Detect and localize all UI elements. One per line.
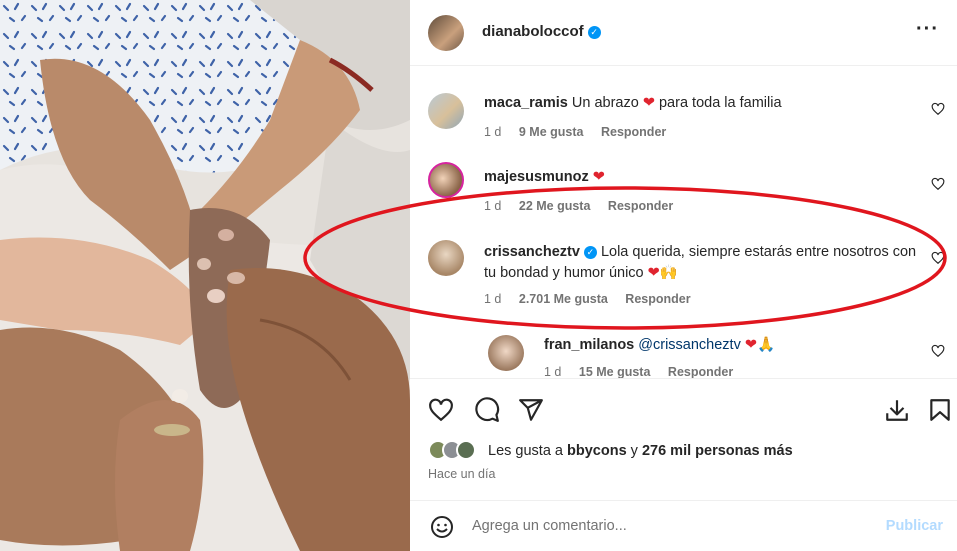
heart-emoji: ❤ [744,337,758,353]
add-comment-bar: Agrega un comentario... Publicar [410,500,957,551]
save-icon[interactable] [927,397,953,423]
comment-likes[interactable]: 2.701 Me gusta [519,292,608,306]
commenter-avatar[interactable] [428,162,464,198]
like-icon[interactable] [428,397,454,423]
reply-button[interactable]: Responder [668,365,733,379]
commenter-avatar[interactable] [488,335,524,371]
heart-emoji: ❤ [647,265,660,281]
comment-meta: 1 d 9 Me gusta Responder [484,125,667,139]
commenter-avatar[interactable] [428,93,464,129]
post-image [0,0,410,551]
heart-emoji: ❤ [642,95,655,111]
post-header: dianaboloccof ✓ ··· [410,0,957,66]
post-time: Hace un día [428,467,496,481]
comment-likes[interactable]: 22 Me gusta [519,199,591,213]
heart-outline-icon[interactable] [931,177,945,191]
heart-outline-icon[interactable] [931,344,945,358]
commenter-username[interactable]: majesusmunoz [484,169,589,185]
reply-button[interactable]: Responder [625,292,690,306]
publish-button[interactable]: Publicar [886,518,943,534]
verified-badge-icon: ✓ [583,246,597,259]
comment-meta: 1 d 22 Me gusta Responder [484,199,674,213]
mention-link[interactable]: @crissanchez​tv [638,337,741,353]
reply-button[interactable]: Responder [608,199,673,213]
liker-avatar [456,440,476,460]
share-icon[interactable] [518,397,544,423]
commenter-username[interactable]: fran_milanos [544,337,634,353]
more-icon[interactable]: ··· [916,18,939,41]
comment-text: maca_ramis Un abrazo ❤ para toda la fami… [484,95,782,111]
heart-outline-icon[interactable] [931,251,945,265]
verified-badge-icon: ✓ [587,26,601,39]
comment-likes[interactable]: 15 Me gusta [579,365,651,379]
comment-text: fran_milanos @crissanchez​tv ❤🙏 [544,335,904,356]
raised-hands-emoji: 🙌 [659,265,678,281]
comment-input[interactable]: Agrega un comentario... [472,518,627,534]
praying-hands-emoji: 🙏 [757,337,776,353]
comment-icon[interactable] [474,397,500,423]
reply-button[interactable]: Responder [601,125,666,139]
comments-panel: dianaboloccof ✓ ··· maca_ramis Un abrazo … [410,0,957,551]
comment-meta: 1 d 15 Me gusta Responder [544,365,734,379]
likes-text[interactable]: Les gusta a bbycons y 276 mil personas m… [488,443,793,459]
post-photo[interactable] [0,0,410,551]
heart-outline-icon[interactable] [931,102,945,116]
commenter-username[interactable]: maca_ramis [484,95,568,111]
comment-text: majesusmunoz ❤ [484,167,924,188]
commenter-username[interactable]: crissanchez​tv [484,244,580,260]
author-username[interactable]: dianaboloccof ✓ [482,23,601,40]
author-avatar[interactable] [428,15,464,51]
download-icon[interactable] [884,397,910,423]
commenter-avatar[interactable] [428,240,464,276]
heart-emoji: ❤ [592,169,605,185]
comment-text: crissanchez​tv ✓ Lola querida, siempre es… [484,244,917,281]
comment-meta: 1 d 2.701 Me gusta Responder [484,292,691,306]
comment-likes[interactable]: 9 Me gusta [519,125,584,139]
emoji-icon[interactable] [430,515,454,539]
